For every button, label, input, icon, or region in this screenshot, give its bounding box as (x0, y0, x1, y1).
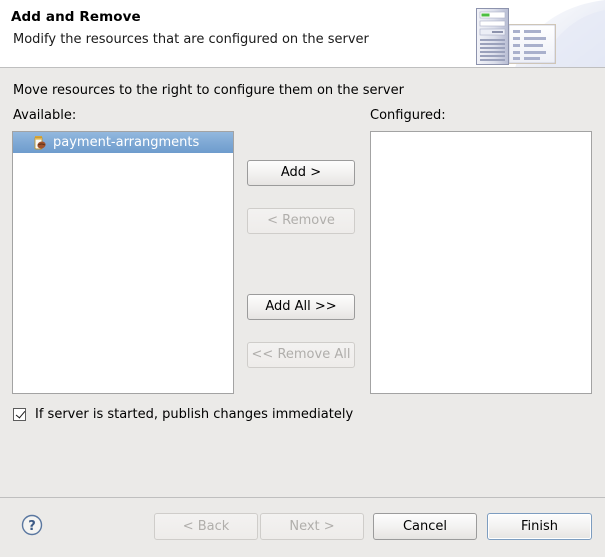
add-button[interactable]: Add > (247, 160, 355, 186)
page-title: Add and Remove (11, 9, 141, 25)
configured-resources-list[interactable] (370, 131, 592, 394)
finish-button[interactable]: Finish (487, 513, 592, 540)
available-label: Available: (13, 108, 76, 123)
available-resources-list[interactable]: payment-arrangments (12, 131, 234, 394)
remove-all-button: << Remove All (247, 342, 355, 368)
help-question-icon[interactable]: ? (20, 513, 44, 537)
instruction-text: Move resources to the right to configure… (13, 83, 404, 98)
next-button: Next > (260, 513, 364, 540)
svg-text:?: ? (28, 519, 36, 534)
list-item-label: payment-arrangments (53, 132, 199, 153)
page-subtitle: Modify the resources that are configured… (13, 32, 369, 47)
add-all-button[interactable]: Add All >> (247, 294, 355, 320)
publish-immediately-row[interactable]: If server is started, publish changes im… (13, 407, 353, 422)
remove-button: < Remove (247, 208, 355, 234)
publish-immediately-label: If server is started, publish changes im… (35, 407, 353, 422)
server-and-document-icon (395, 0, 605, 68)
publish-immediately-checkbox[interactable] (13, 408, 26, 421)
dialog-body: Move resources to the right to configure… (0, 68, 605, 497)
dialog-header: Add and Remove Modify the resources that… (0, 0, 605, 68)
list-item[interactable]: payment-arrangments (13, 132, 233, 153)
back-button: < Back (154, 513, 258, 540)
configured-label: Configured: (370, 108, 446, 123)
cancel-button[interactable]: Cancel (373, 513, 477, 540)
java-module-jar-icon (31, 135, 47, 151)
